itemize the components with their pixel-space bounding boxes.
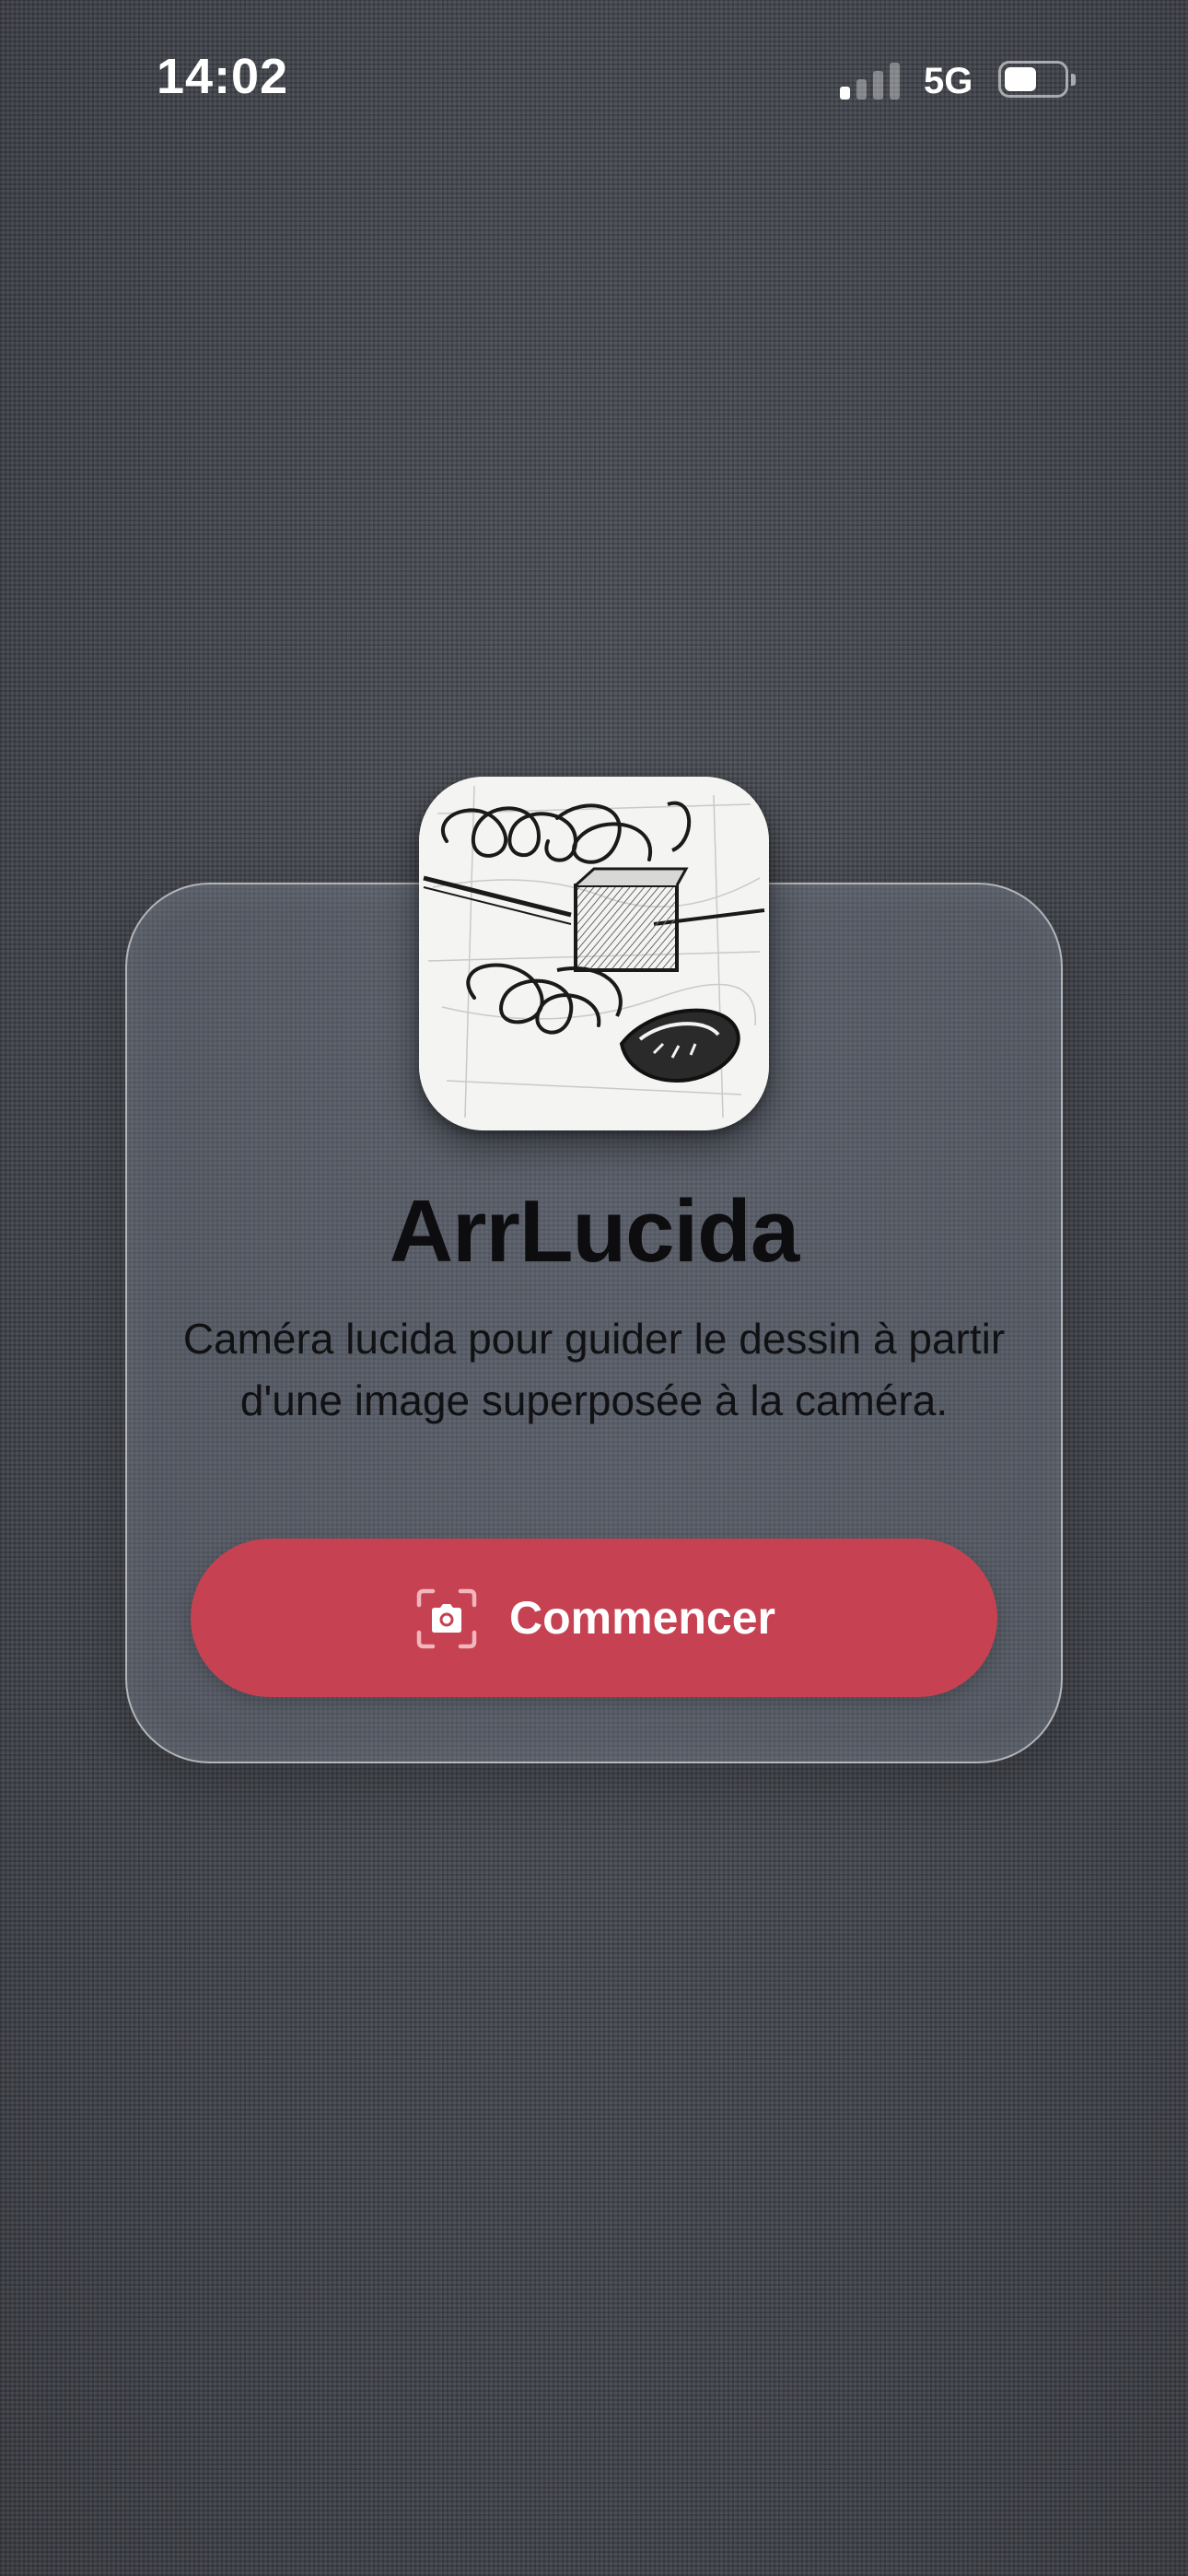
cellular-signal-icon: [840, 59, 904, 100]
status-bar: 14:02 5G: [0, 0, 1188, 157]
app-title: ArrLucida: [389, 1182, 799, 1281]
status-time: 14:02: [157, 49, 289, 104]
app-description: Caméra lucida pour guider le dessin à pa…: [182, 1315, 1006, 1424]
battery-icon: [998, 61, 1076, 98]
start-button-label: Commencer: [509, 1592, 775, 1644]
sketch-app-icon: [419, 777, 769, 1130]
start-button[interactable]: Commencer: [191, 1539, 997, 1697]
camera-viewfinder-icon: [416, 1588, 477, 1649]
network-type: 5G: [924, 61, 973, 101]
sketch-drawing: [419, 777, 769, 1130]
